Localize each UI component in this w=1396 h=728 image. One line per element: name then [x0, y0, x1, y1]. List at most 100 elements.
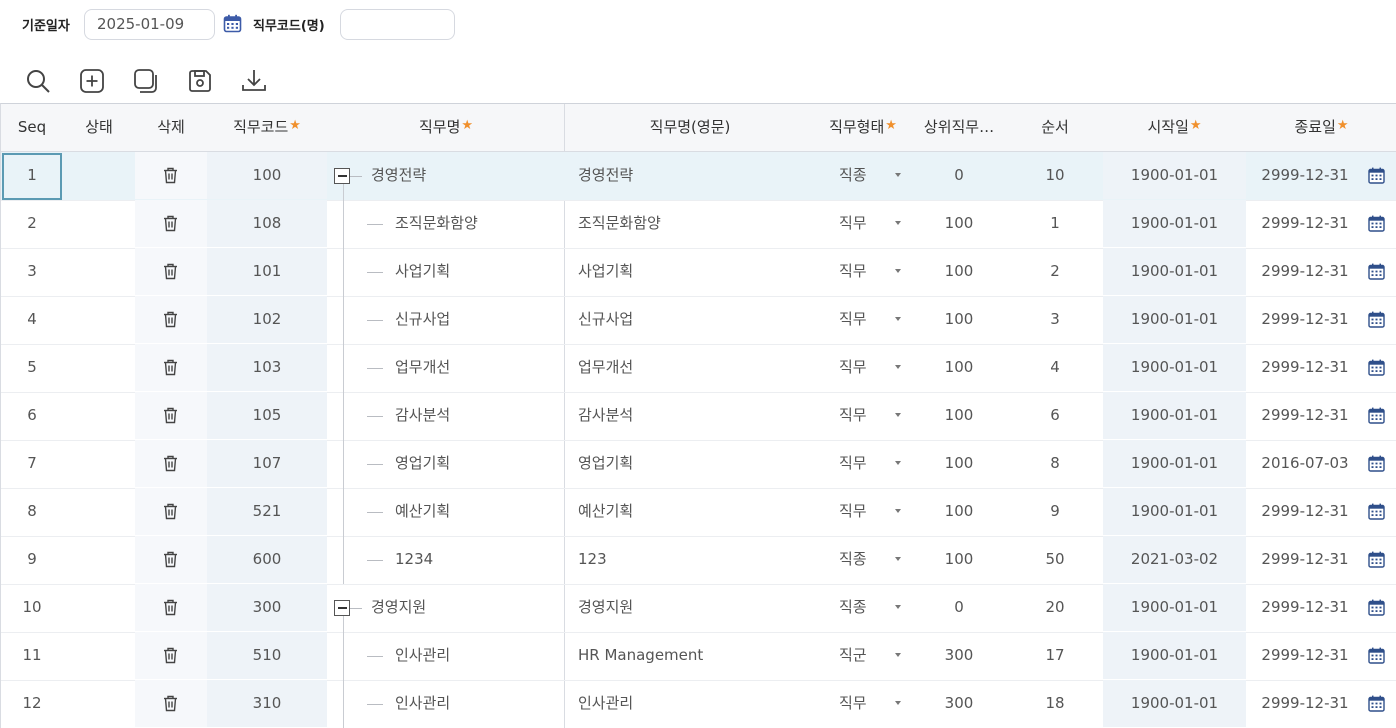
- cell-status[interactable]: [63, 536, 135, 583]
- dropdown-caret-icon[interactable]: [895, 509, 901, 513]
- cell-status[interactable]: [63, 296, 135, 343]
- trash-icon[interactable]: [163, 599, 178, 616]
- cell-code[interactable]: 102: [207, 296, 327, 343]
- dropdown-caret-icon[interactable]: [895, 701, 901, 705]
- cell-parent[interactable]: 100: [911, 392, 1007, 439]
- cell-name[interactable]: 1234: [395, 536, 564, 583]
- cell-status[interactable]: [63, 344, 135, 391]
- cell-code[interactable]: 600: [207, 536, 327, 583]
- cell-seq[interactable]: 2: [1, 200, 63, 247]
- table-row[interactable]: 1 100 경영전략 경영전략 직종 0 10 1900-01-01 2999-12-31: [1, 152, 1396, 201]
- cell-code[interactable]: 100: [207, 152, 327, 199]
- cell-parent[interactable]: 0: [911, 584, 1007, 631]
- cell-parent[interactable]: 100: [911, 248, 1007, 295]
- dropdown-caret-icon[interactable]: [895, 173, 901, 177]
- header-start[interactable]: 시작일★: [1103, 104, 1246, 151]
- cell-name[interactable]: 신규사업: [395, 296, 564, 343]
- cell-name[interactable]: 사업기획: [395, 248, 564, 295]
- header-code[interactable]: 직무코드★: [207, 104, 327, 151]
- trash-icon[interactable]: [163, 167, 178, 184]
- cell-name-en[interactable]: 신규사업: [578, 296, 815, 343]
- cell-parent[interactable]: 300: [911, 680, 1007, 727]
- dropdown-caret-icon[interactable]: [895, 413, 901, 417]
- cell-type[interactable]: 직종: [839, 584, 879, 631]
- cell-start[interactable]: 2021-03-02: [1103, 536, 1246, 583]
- cell-seq[interactable]: 6: [1, 392, 63, 439]
- cell-order[interactable]: 2: [1007, 248, 1103, 295]
- calendar-icon[interactable]: [1368, 503, 1385, 520]
- calendar-icon[interactable]: [1368, 311, 1385, 328]
- cell-end[interactable]: 2999-12-31: [1246, 296, 1364, 343]
- cell-status[interactable]: [63, 200, 135, 247]
- cell-name-en[interactable]: HR Management: [578, 632, 815, 679]
- cell-parent[interactable]: 100: [911, 536, 1007, 583]
- download-button[interactable]: [238, 65, 270, 97]
- cell-parent[interactable]: 100: [911, 440, 1007, 487]
- dropdown-caret-icon[interactable]: [895, 317, 901, 321]
- cell-seq[interactable]: 10: [1, 584, 63, 631]
- calendar-icon[interactable]: [1368, 695, 1385, 712]
- cell-order[interactable]: 50: [1007, 536, 1103, 583]
- table-row[interactable]: 12 310 인사관리 인사관리 직무 300 18 1900-01-01 2999-12-31: [1, 680, 1396, 728]
- cell-end[interactable]: 2999-12-31: [1246, 344, 1364, 391]
- cell-name[interactable]: 인사관리: [395, 632, 564, 679]
- trash-icon[interactable]: [163, 359, 178, 376]
- search-button[interactable]: [22, 65, 54, 97]
- table-row[interactable]: 10 300 경영지원 경영지원 직종 0 20 1900-01-01 2999-12-31: [1, 584, 1396, 633]
- cell-name[interactable]: 경영지원: [371, 584, 564, 631]
- cell-start[interactable]: 1900-01-01: [1103, 200, 1246, 247]
- trash-icon[interactable]: [163, 215, 178, 232]
- cell-start[interactable]: 1900-01-01: [1103, 392, 1246, 439]
- cell-order[interactable]: 4: [1007, 344, 1103, 391]
- cell-start[interactable]: 1900-01-01: [1103, 296, 1246, 343]
- cell-parent[interactable]: 100: [911, 344, 1007, 391]
- cell-order[interactable]: 10: [1007, 152, 1103, 199]
- cell-name[interactable]: 영업기획: [395, 440, 564, 487]
- dropdown-caret-icon[interactable]: [895, 605, 901, 609]
- cell-name[interactable]: 예산기획: [395, 488, 564, 535]
- table-row[interactable]: 11 510 인사관리 HR Management 직군 300 17 1900-01-01 2…: [1, 632, 1396, 681]
- trash-icon[interactable]: [163, 455, 178, 472]
- cell-name[interactable]: 업무개선: [395, 344, 564, 391]
- cell-type[interactable]: 직무: [839, 488, 879, 535]
- cell-seq[interactable]: 5: [1, 344, 63, 391]
- cell-parent[interactable]: 100: [911, 488, 1007, 535]
- cell-order[interactable]: 3: [1007, 296, 1103, 343]
- cell-type[interactable]: 직무: [839, 296, 879, 343]
- cell-name[interactable]: 인사관리: [395, 680, 564, 727]
- dropdown-caret-icon[interactable]: [895, 653, 901, 657]
- trash-icon[interactable]: [163, 551, 178, 568]
- cell-seq[interactable]: 3: [1, 248, 63, 295]
- cell-end[interactable]: 2999-12-31: [1246, 536, 1364, 583]
- cell-start[interactable]: 1900-01-01: [1103, 680, 1246, 727]
- cell-order[interactable]: 8: [1007, 440, 1103, 487]
- cell-type[interactable]: 직무: [839, 680, 879, 727]
- cell-name-en[interactable]: 경영전략: [578, 152, 815, 199]
- cell-start[interactable]: 1900-01-01: [1103, 248, 1246, 295]
- cell-parent[interactable]: 0: [911, 152, 1007, 199]
- cell-start[interactable]: 1900-01-01: [1103, 344, 1246, 391]
- calendar-icon[interactable]: [1368, 551, 1385, 568]
- cell-start[interactable]: 1900-01-01: [1103, 488, 1246, 535]
- calendar-icon[interactable]: [223, 14, 242, 33]
- cell-seq[interactable]: 8: [1, 488, 63, 535]
- cell-code[interactable]: 107: [207, 440, 327, 487]
- cell-type[interactable]: 직군: [839, 632, 879, 679]
- cell-code[interactable]: 105: [207, 392, 327, 439]
- header-name[interactable]: 직무명★: [327, 104, 565, 151]
- cell-end[interactable]: 2016-07-03: [1246, 440, 1364, 487]
- calendar-icon[interactable]: [1368, 263, 1385, 280]
- cell-type[interactable]: 직종: [839, 152, 879, 199]
- cell-name[interactable]: 조직문화함양: [395, 200, 564, 247]
- trash-icon[interactable]: [163, 695, 178, 712]
- dropdown-caret-icon[interactable]: [895, 269, 901, 273]
- trash-icon[interactable]: [163, 407, 178, 424]
- cell-status[interactable]: [63, 392, 135, 439]
- dropdown-caret-icon[interactable]: [895, 221, 901, 225]
- calendar-icon[interactable]: [1368, 167, 1385, 184]
- cell-seq[interactable]: 1: [1, 152, 63, 199]
- collapse-toggle[interactable]: [334, 600, 350, 616]
- cell-code[interactable]: 103: [207, 344, 327, 391]
- trash-icon[interactable]: [163, 311, 178, 328]
- calendar-icon[interactable]: [1368, 215, 1385, 232]
